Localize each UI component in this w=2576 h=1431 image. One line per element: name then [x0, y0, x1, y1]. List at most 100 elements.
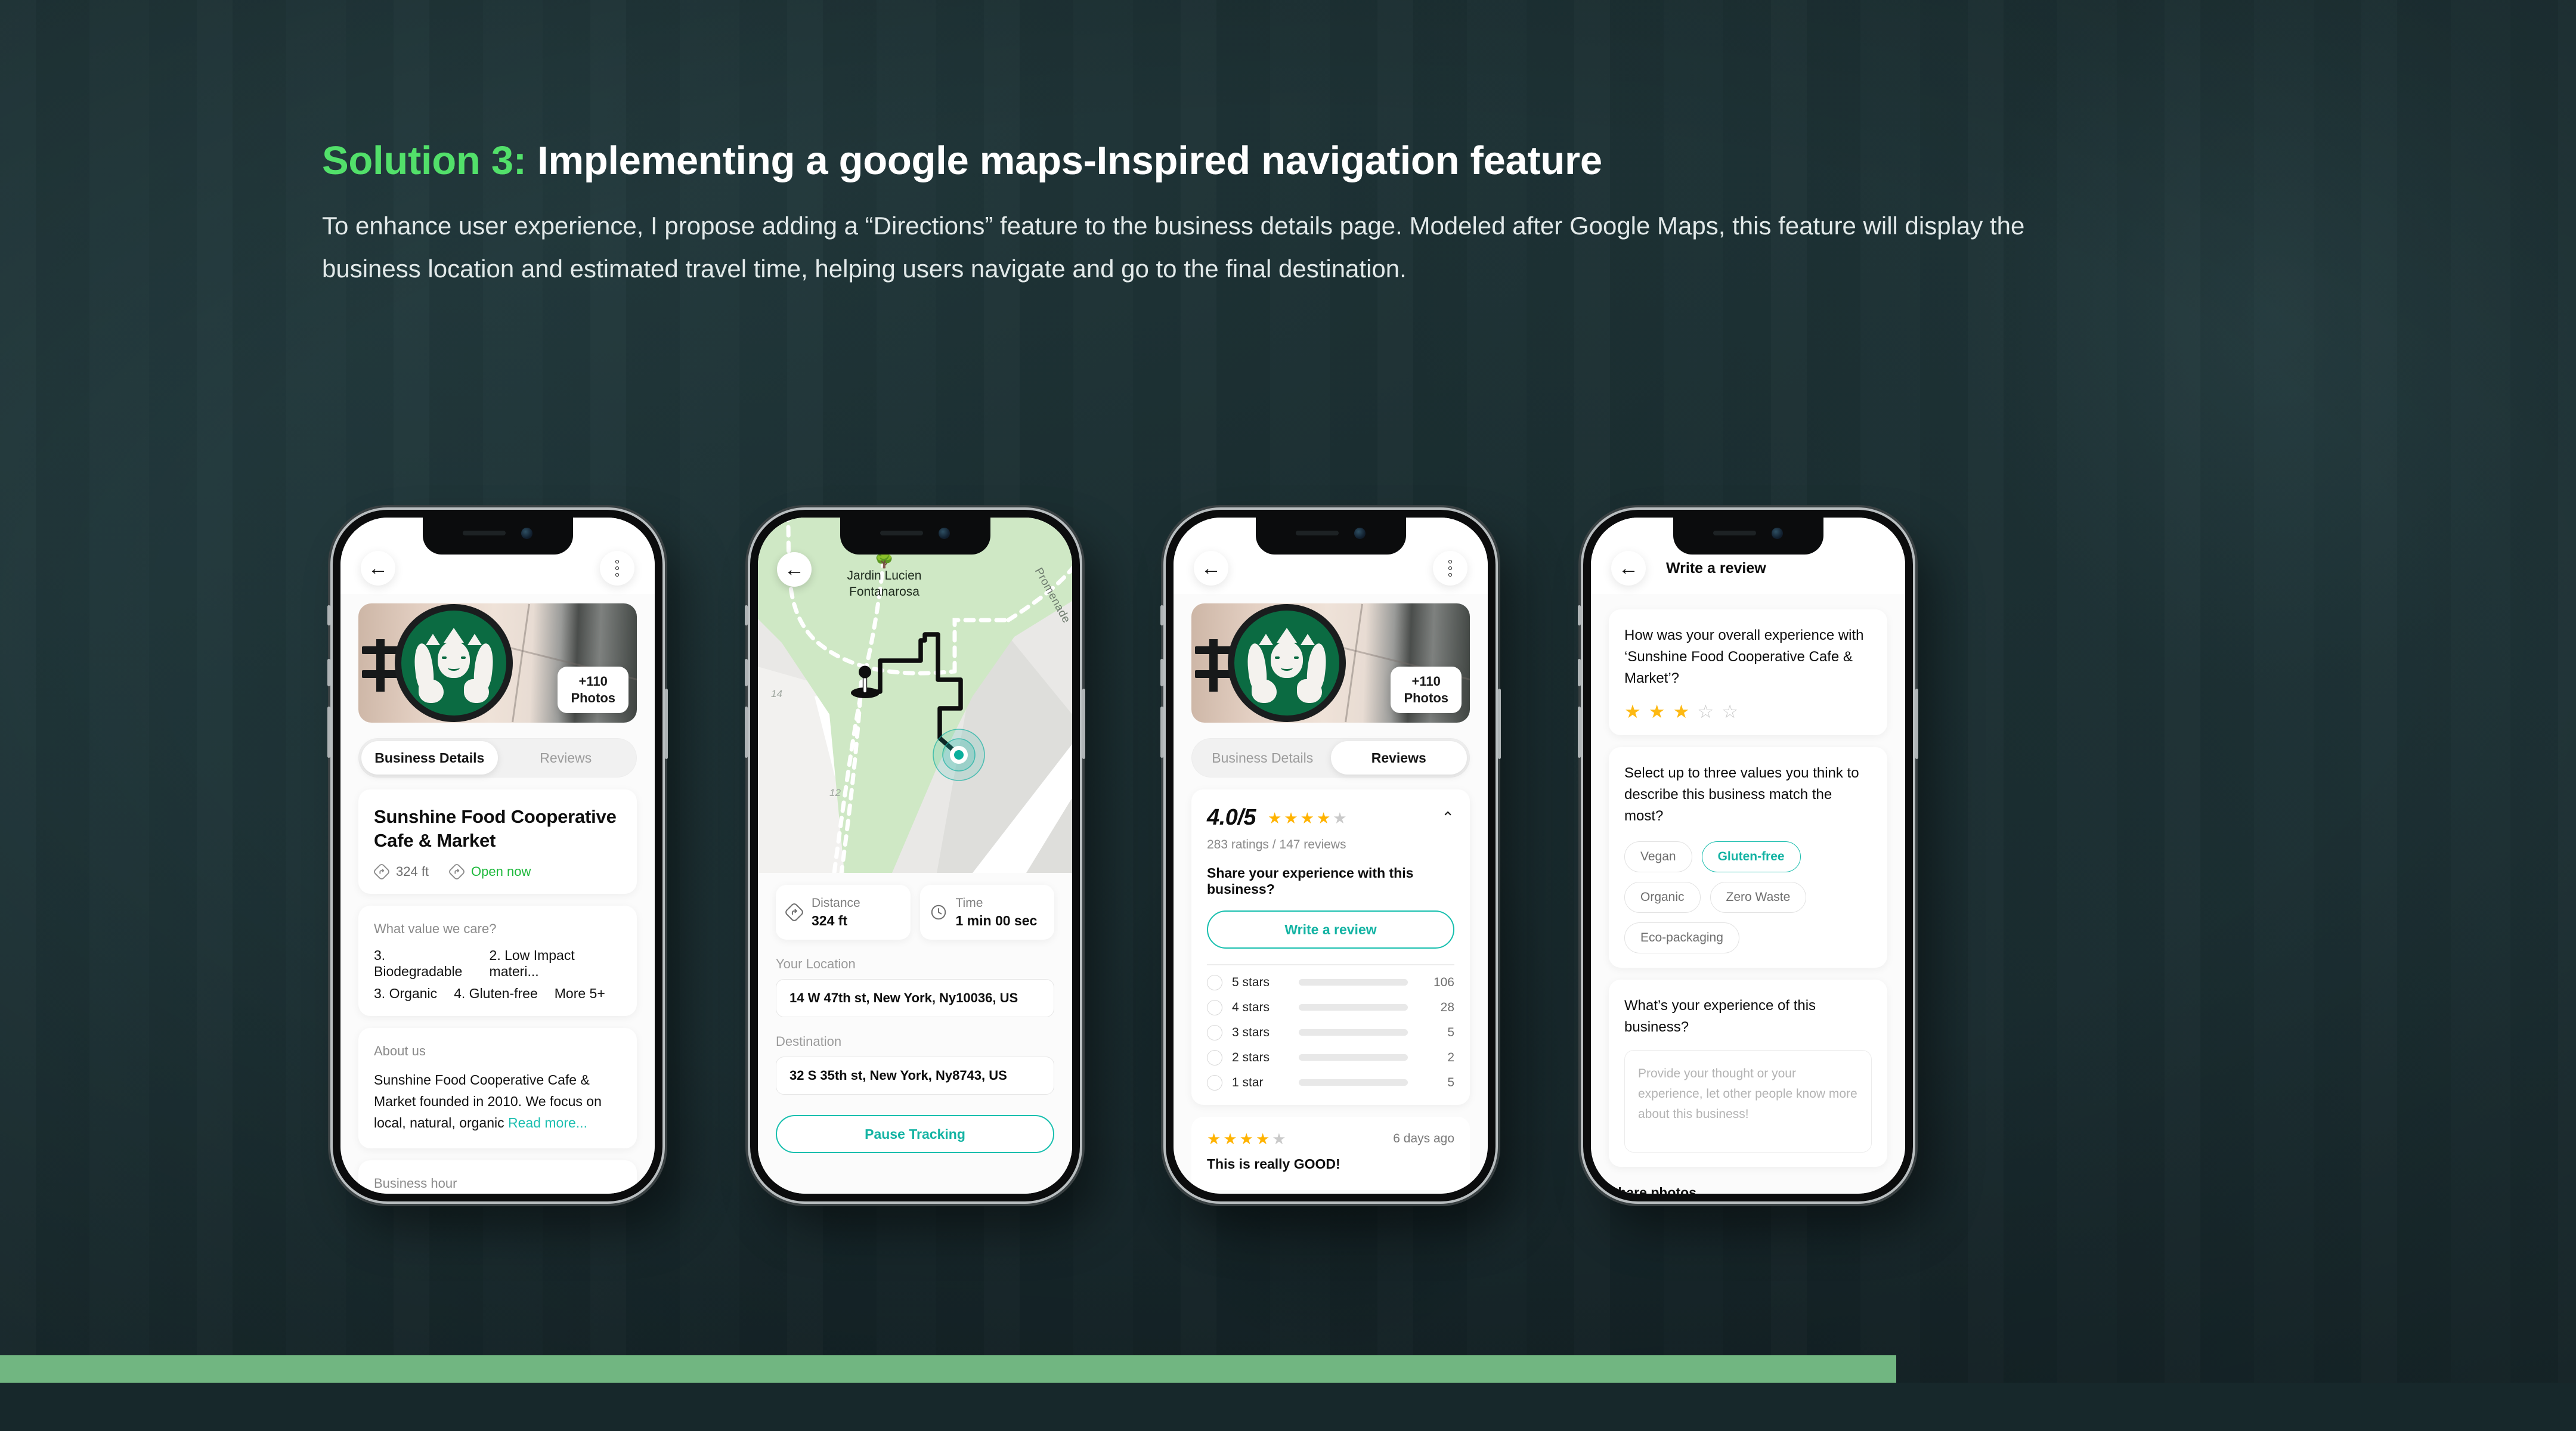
review-text: This is really GOOD! — [1207, 1156, 1340, 1172]
chip-vegan[interactable]: Vegan — [1624, 841, 1692, 872]
rating-bar-count: 2 — [1447, 1050, 1454, 1064]
rating-filter-radio[interactable] — [1207, 974, 1222, 990]
phone3-notch — [1255, 518, 1406, 555]
rating-bar-label: 1 star — [1232, 1075, 1264, 1089]
hero-wall-seam — [1344, 603, 1363, 723]
review-stars: ★ ★ ★ ★ ★ — [1207, 1131, 1286, 1147]
chevron-up-icon[interactable]: ⌃ — [1441, 809, 1454, 827]
rating-filter-radio[interactable] — [1207, 1049, 1222, 1065]
values-selection-card: Select up to three values you think to d… — [1609, 747, 1887, 968]
values-card: What value we care? 3. Biodegradable 2. … — [358, 906, 637, 1017]
back-button[interactable]: ← — [1611, 551, 1646, 586]
your-location-input[interactable]: 14 W 47th st, New York, Ny10036, US — [776, 979, 1054, 1018]
back-arrow-icon: ← — [784, 558, 804, 581]
overall-rating-stars[interactable]: ★ ★ ★ ☆ ☆ — [1624, 702, 1872, 721]
directions-icon — [374, 864, 389, 880]
rating-filter-radio[interactable] — [1207, 1024, 1222, 1040]
chip-organic[interactable]: Organic — [1624, 882, 1701, 913]
tab-business-details[interactable]: Business Details — [361, 741, 498, 775]
about-card: About us Sunshine Food Cooperative Cafe … — [358, 1028, 637, 1148]
chip-gluten-free[interactable]: Gluten-free — [1701, 841, 1801, 872]
phone4-notch — [1673, 518, 1823, 555]
front-camera-icon — [939, 527, 950, 539]
phone-mockups: ← +110 Photos Business Details Reviews S… — [0, 0, 2576, 1383]
earpiece-speaker — [880, 531, 923, 535]
pause-tracking-button[interactable]: Pause Tracking — [776, 1115, 1054, 1154]
tab-business-details[interactable]: Business Details — [1194, 741, 1331, 775]
value-item: 3. Organic — [374, 986, 438, 1002]
read-more-link[interactable]: Read more... — [508, 1115, 587, 1130]
power-button — [1498, 689, 1501, 759]
park-label: 🌳 Jardin Lucien Fontanarosa — [813, 552, 956, 600]
rating-filter-radio[interactable] — [1207, 999, 1222, 1015]
more-vertical-icon — [1448, 560, 1452, 577]
rating-bar-count: 28 — [1440, 1000, 1454, 1014]
star-icon[interactable]: ★ — [1649, 702, 1665, 721]
star-icon[interactable]: ★ — [1673, 702, 1690, 721]
distance-value: 324 ft — [396, 864, 429, 879]
siren-graphic — [1245, 625, 1329, 703]
value-item: 4. Gluten-free — [454, 986, 538, 1002]
photo-label: Photos — [1404, 690, 1448, 705]
destination-label: Destination — [776, 1034, 842, 1049]
front-camera-icon — [1772, 527, 1783, 539]
destination-input[interactable]: 32 S 35th st, New York, Ny8743, US — [776, 1057, 1054, 1095]
photo-count-badge[interactable]: +110 Photos — [558, 666, 628, 713]
value-more-link[interactable]: More 5+ — [555, 986, 605, 1002]
phone3-screen: ← +110 Photos Business Details Reviews 4… — [1174, 518, 1488, 1194]
front-camera-icon — [521, 527, 532, 539]
phone-mockup-reviews: ← +110 Photos Business Details Reviews 4… — [1160, 510, 1501, 1201]
photo-count-badge[interactable]: +110 Photos — [1391, 666, 1462, 713]
phone1-screen: ← +110 Photos Business Details Reviews S… — [340, 518, 655, 1194]
chip-zero-waste[interactable]: Zero Waste — [1710, 882, 1807, 913]
back-arrow-icon: ← — [1201, 557, 1221, 580]
star-icon-empty[interactable]: ☆ — [1722, 702, 1738, 721]
tab-reviews[interactable]: Reviews — [498, 741, 634, 775]
rating-bar-count: 5 — [1447, 1075, 1454, 1089]
business-hero-photo[interactable]: +110 Photos — [358, 603, 637, 723]
star-icon: ★ — [1268, 809, 1282, 827]
photo-count: +110 — [1411, 673, 1441, 689]
rating-filter-radio[interactable] — [1207, 1074, 1222, 1091]
tab-reviews[interactable]: Reviews — [1330, 741, 1467, 775]
review-textarea[interactable]: Provide your thought or your experience,… — [1624, 1050, 1872, 1153]
rating-bar-row[interactable]: 5 stars 106 — [1207, 974, 1454, 990]
earpiece-speaker — [1713, 531, 1756, 535]
power-button — [1915, 689, 1918, 759]
map-back-button[interactable]: ← — [777, 552, 812, 587]
back-button[interactable]: ← — [1194, 551, 1228, 586]
chip-eco-packaging[interactable]: Eco-packaging — [1624, 922, 1739, 953]
slide-progress-bar — [0, 1355, 2576, 1383]
review-header: ★ ★ ★ ★ ★ 6 days ago — [1207, 1131, 1454, 1147]
more-options-button[interactable] — [1433, 551, 1467, 586]
rating-bar-row[interactable]: 3 stars 5 — [1207, 1024, 1454, 1040]
open-status-meta: Open now — [449, 864, 531, 880]
rating-bar-row[interactable]: 2 stars 2 — [1207, 1049, 1454, 1065]
phone-mockup-directions: ← 🌳 Jardin Lucien Fontanarosa Promenade … — [745, 510, 1085, 1201]
rating-bar-count: 106 — [1433, 975, 1454, 989]
rating-bar-row[interactable]: 1 star 5 — [1207, 1074, 1454, 1091]
directions-icon-2 — [449, 864, 465, 880]
time-label: Time — [955, 896, 983, 910]
power-button — [1082, 689, 1085, 759]
rating-bar-track — [1299, 1079, 1408, 1086]
back-button[interactable]: ← — [361, 551, 395, 586]
business-hero-photo[interactable]: +110 Photos — [1191, 603, 1470, 723]
phone3-tabs: Business Details Reviews — [1191, 738, 1470, 778]
distance-value: 324 ft — [812, 913, 848, 929]
rating-bar-row[interactable]: 4 stars 28 — [1207, 999, 1454, 1015]
overall-experience-question: How was your overall experience with ‘Su… — [1624, 627, 1864, 686]
rating-bar-label: 3 stars — [1232, 1025, 1270, 1039]
write-review-button[interactable]: Write a review — [1207, 910, 1454, 949]
navigation-map[interactable]: ← 🌳 Jardin Lucien Fontanarosa Promenade … — [758, 518, 1072, 873]
back-arrow-icon: ← — [368, 557, 388, 580]
value-chip-group: Vegan Gluten-free Organic Zero Waste Eco… — [1624, 841, 1872, 953]
rating-value: 4.0/5 — [1207, 805, 1256, 830]
phone-mockup-write-review: ← Write a review How was your overall ex… — [1578, 510, 1918, 1201]
open-status: Open now — [471, 864, 531, 879]
star-icon-empty[interactable]: ☆ — [1697, 702, 1714, 721]
star-icon[interactable]: ★ — [1624, 702, 1641, 721]
more-options-button[interactable] — [600, 551, 634, 586]
siren-graphic — [412, 625, 496, 703]
about-text-wrap: Sunshine Food Cooperative Cafe & Market … — [374, 1070, 621, 1134]
